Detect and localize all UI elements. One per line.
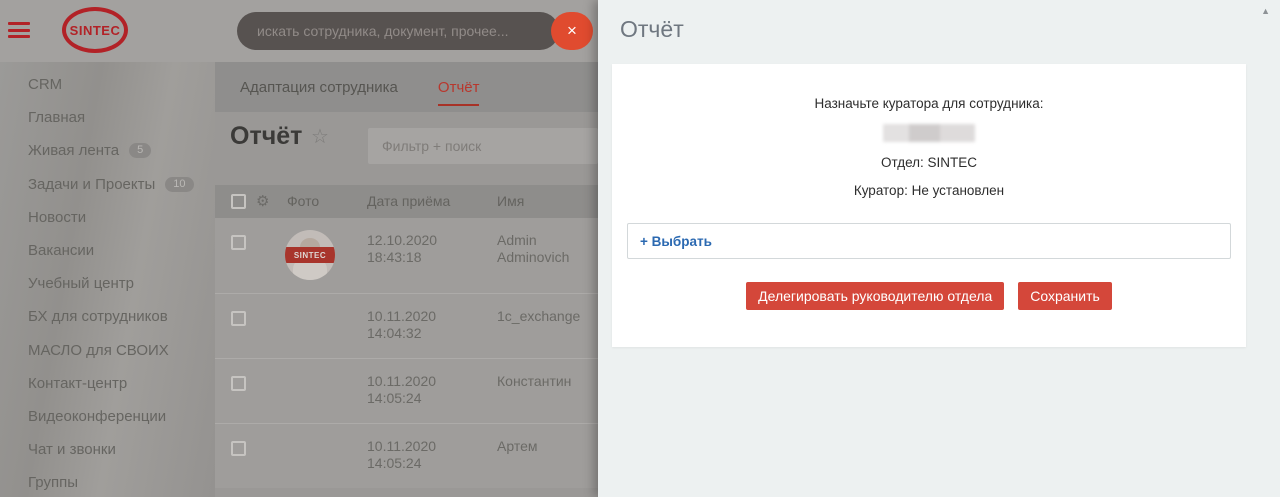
table-header: ⚙ Фото Дата приёма Имя — [215, 185, 598, 218]
table-body: SINTEC 12.10.2020 18:43:18 Admin Adminovi… — [215, 218, 598, 488]
hire-date-cell: 10.11.2020 14:05:24 — [367, 373, 437, 406]
hire-date-cell: 12.10.2020 18:43:18 — [367, 232, 438, 265]
name-cell: Admin Adminovich — [497, 232, 570, 265]
sidebar-nav: CRM Главная Живая лента 5 Задачи и Проек… — [0, 62, 215, 497]
sidebar-item-video-conf[interactable]: Видеоконференции — [0, 400, 215, 433]
sidebar-item-live-feed[interactable]: Живая лента 5 — [0, 134, 215, 167]
topbar: SINTEC × — [0, 0, 598, 62]
sidebar-item-training-center[interactable]: Учебный центр — [0, 267, 215, 300]
close-icon: × — [567, 21, 577, 40]
page-title: Отчёт — [230, 122, 303, 150]
sintec-logo-text: SINTEC — [69, 22, 121, 38]
curator-select-box[interactable]: + Выбрать — [627, 223, 1231, 259]
table-row[interactable]: 10.11.2020 14:05:24 Константин — [215, 358, 598, 423]
curator-assignment-card: Назначьте куратора для сотрудника: Отдел… — [612, 64, 1246, 347]
curator-line: Куратор: Не установлен — [853, 183, 1005, 198]
search-close-button[interactable]: × — [551, 12, 593, 50]
sidebar-item-crm[interactable]: CRM — [0, 68, 215, 101]
select-all-checkbox[interactable] — [231, 194, 246, 209]
row-checkbox[interactable] — [231, 441, 246, 456]
tasks-badge: 10 — [165, 176, 194, 192]
assign-curator-heading: Назначьте куратора для сотрудника: — [814, 96, 1044, 111]
sidebar-item-chat-calls[interactable]: Чат и звонки — [0, 433, 215, 466]
employee-avatar: SINTEC — [285, 230, 335, 280]
tab-employee-adaptation[interactable]: Адаптация сотрудника — [240, 62, 398, 112]
sidebar-item-contact-center[interactable]: Контакт-центр — [0, 367, 215, 400]
sidebar-item-main[interactable]: Главная — [0, 101, 215, 134]
sidebar-item-maslo[interactable]: МАСЛО для СВОИХ — [0, 334, 215, 367]
column-header-date[interactable]: Дата приёма — [367, 193, 450, 209]
report-slide-panel: Отчёт ▲ Назначьте куратора для сотрудник… — [598, 0, 1280, 497]
global-search-input[interactable] — [237, 12, 559, 50]
favorite-star-icon[interactable]: ☆ — [311, 124, 329, 149]
row-checkbox[interactable] — [231, 311, 246, 326]
table-row[interactable]: 10.11.2020 14:04:32 1c_exchange — [215, 293, 598, 358]
hire-date-cell: 10.11.2020 14:04:32 — [367, 308, 437, 341]
department-line: Отдел: SINTEC — [880, 155, 978, 170]
sidebar-item-groups[interactable]: Группы — [0, 466, 215, 497]
sidebar-item-bx-for-employees[interactable]: БХ для сотрудников — [0, 300, 215, 333]
name-cell: 1c_exchange — [497, 308, 581, 324]
sidebar-item-tasks[interactable]: Задачи и Проекты 10 — [0, 168, 215, 201]
hire-date-cell: 10.11.2020 14:05:24 — [367, 438, 437, 471]
scroll-up-arrow-icon[interactable]: ▲ — [1261, 6, 1270, 16]
save-button[interactable]: Сохранить — [1018, 282, 1112, 310]
select-curator-link[interactable]: + Выбрать — [640, 234, 712, 249]
live-feed-badge: 5 — [129, 143, 152, 159]
panel-title: Отчёт — [620, 16, 684, 42]
sidebar-item-news[interactable]: Новости — [0, 201, 215, 234]
row-checkbox[interactable] — [231, 235, 246, 250]
delegate-button[interactable]: Делегировать руководителю отдела — [746, 282, 1005, 310]
tab-report[interactable]: Отчёт — [437, 62, 479, 112]
table-row[interactable]: 10.11.2020 14:05:24 Артем — [215, 423, 598, 488]
table-row[interactable]: SINTEC 12.10.2020 18:43:18 Admin Adminovi… — [215, 218, 598, 293]
column-header-photo: Фото — [287, 193, 320, 209]
sintec-logo: SINTEC — [62, 7, 128, 53]
column-header-name[interactable]: Имя — [497, 193, 524, 209]
name-cell: Артем — [497, 438, 538, 454]
tab-strip: Адаптация сотрудника Отчёт — [215, 62, 598, 112]
dimmed-background-page: SINTEC × CRM Главная Живая лента 5 Задач… — [0, 0, 598, 497]
filter-search-input[interactable] — [368, 128, 598, 164]
employee-name-redacted — [883, 124, 975, 142]
sidebar-item-vacancies[interactable]: Вакансии — [0, 234, 215, 267]
name-cell: Константин — [497, 373, 572, 389]
report-grid-area: Адаптация сотрудника Отчёт Отчёт ☆ ⚙ Фот… — [215, 62, 598, 497]
row-checkbox[interactable] — [231, 376, 246, 391]
grid-settings-gear-icon[interactable]: ⚙ — [256, 192, 269, 210]
action-buttons-row: Делегировать руководителю отдела Сохрани… — [612, 282, 1246, 310]
hamburger-menu-icon[interactable] — [8, 22, 30, 40]
